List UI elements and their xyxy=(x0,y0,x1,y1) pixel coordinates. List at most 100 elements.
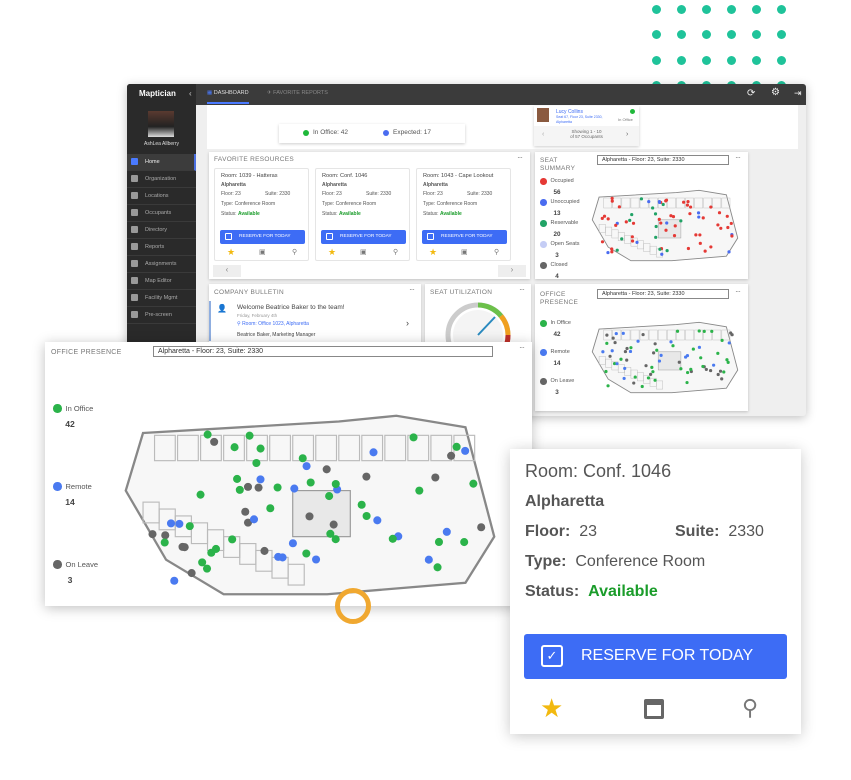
seat-marker[interactable] xyxy=(717,211,722,215)
seat-marker[interactable] xyxy=(720,377,724,381)
sidebar-item[interactable]: Map Editor xyxy=(127,273,196,290)
seat-marker[interactable] xyxy=(661,202,665,207)
seat-marker[interactable] xyxy=(679,367,683,371)
seat-marker[interactable] xyxy=(233,474,242,483)
seat-marker[interactable] xyxy=(709,205,713,209)
seat-marker[interactable] xyxy=(702,329,706,333)
seat-marker[interactable] xyxy=(431,473,440,482)
more-icon[interactable]: ··· xyxy=(735,287,741,296)
seat-marker[interactable] xyxy=(415,486,424,495)
seat-marker[interactable] xyxy=(447,451,456,460)
seat-marker[interactable] xyxy=(655,348,659,352)
more-icon[interactable]: ··· xyxy=(517,153,523,162)
seat-marker[interactable] xyxy=(298,454,307,463)
seat-marker[interactable] xyxy=(605,333,609,337)
seat-marker[interactable] xyxy=(659,221,663,225)
seat-marker[interactable] xyxy=(306,478,315,487)
seat-marker[interactable] xyxy=(469,479,478,488)
search-icon[interactable]: ⚲ xyxy=(742,695,758,721)
seat-marker[interactable] xyxy=(460,538,469,547)
seat-marker[interactable] xyxy=(646,376,651,380)
seat-marker[interactable] xyxy=(625,346,629,351)
sidebar-item[interactable]: Reports xyxy=(127,239,196,256)
seat-marker[interactable] xyxy=(686,246,690,251)
seat-marker[interactable] xyxy=(312,555,321,564)
seat-marker[interactable] xyxy=(710,329,714,333)
seat-marker[interactable] xyxy=(409,433,418,442)
seat-marker[interactable] xyxy=(689,205,693,209)
seat-marker[interactable] xyxy=(647,200,651,204)
seat-marker[interactable] xyxy=(644,364,648,368)
seat-marker[interactable] xyxy=(614,331,618,336)
seat-marker[interactable] xyxy=(434,537,444,546)
seat-marker[interactable] xyxy=(631,221,636,225)
seat-marker[interactable] xyxy=(701,364,705,369)
seat-marker[interactable] xyxy=(673,224,677,228)
seat-marker[interactable] xyxy=(243,482,253,491)
seat-marker[interactable] xyxy=(704,367,708,372)
logout-icon[interactable]: ⇥ xyxy=(794,88,802,99)
location-select[interactable]: Alpharetta - Floor: 23, Suite: 2330 xyxy=(153,346,493,357)
seat-marker[interactable] xyxy=(178,542,187,551)
search-icon[interactable]: ⚲ xyxy=(393,248,398,256)
refresh-icon[interactable]: ⟳ xyxy=(747,88,755,99)
seat-marker[interactable] xyxy=(629,346,633,350)
seat-marker[interactable] xyxy=(610,196,614,200)
sidebar-item[interactable]: Home xyxy=(127,154,196,171)
seat-marker[interactable] xyxy=(635,240,639,244)
location-select[interactable]: Alpharetta - Floor: 23, Suite: 2330 xyxy=(597,155,729,165)
seat-marker[interactable] xyxy=(641,332,645,337)
seat-marker[interactable] xyxy=(148,530,157,539)
seat-marker[interactable] xyxy=(726,225,730,230)
seat-marker[interactable] xyxy=(600,216,604,220)
seat-marker[interactable] xyxy=(274,552,283,561)
seat-marker[interactable] xyxy=(245,431,254,440)
seat-marker[interactable] xyxy=(331,535,340,544)
seat-marker[interactable] xyxy=(614,223,618,227)
seat-marker[interactable] xyxy=(697,215,701,219)
seat-marker[interactable] xyxy=(442,527,451,536)
seat-marker[interactable] xyxy=(664,199,668,203)
next-page-icon[interactable]: › xyxy=(626,131,628,138)
seat-marker[interactable] xyxy=(716,372,720,377)
seat-marker[interactable] xyxy=(625,358,629,362)
seat-marker[interactable] xyxy=(694,233,698,237)
reserve-button[interactable]: RESERVE FOR TODAY xyxy=(220,230,305,244)
seat-marker[interactable] xyxy=(664,228,668,232)
more-icon[interactable]: ··· xyxy=(519,285,525,294)
seat-marker[interactable] xyxy=(654,224,658,229)
seat-marker[interactable] xyxy=(716,351,720,355)
seat-marker[interactable] xyxy=(630,212,634,217)
seat-marker[interactable] xyxy=(615,248,619,252)
seat-marker[interactable] xyxy=(623,349,628,354)
seat-marker[interactable] xyxy=(633,375,637,379)
search-icon[interactable]: ⚲ xyxy=(292,248,297,256)
seat-marker[interactable] xyxy=(650,365,654,369)
more-icon[interactable]: ··· xyxy=(519,343,525,352)
gear-icon[interactable]: ⚙ xyxy=(771,87,780,98)
sidebar-item[interactable]: Organization xyxy=(127,171,196,188)
seat-marker[interactable] xyxy=(691,347,695,351)
calendar-icon[interactable]: ▣ xyxy=(259,248,266,256)
seat-marker[interactable] xyxy=(362,472,371,481)
seat-marker[interactable] xyxy=(727,341,731,345)
sidebar-item[interactable]: Occupants xyxy=(127,205,196,222)
seat-marker[interactable] xyxy=(636,339,640,343)
seat-marker[interactable] xyxy=(653,212,658,216)
seat-marker[interactable] xyxy=(302,462,311,471)
reserve-button[interactable]: ✓ RESERVE FOR TODAY xyxy=(524,634,787,679)
seat-marker[interactable] xyxy=(621,331,625,335)
seat-marker[interactable] xyxy=(679,219,683,223)
sidebar-item[interactable]: Facility Mgmt xyxy=(127,290,196,307)
seat-marker[interactable] xyxy=(170,576,179,585)
presence-floor-plan-small[interactable] xyxy=(590,320,740,395)
seat-marker[interactable] xyxy=(604,369,608,374)
seat-marker[interactable] xyxy=(657,359,662,363)
seat-marker[interactable] xyxy=(260,546,269,555)
seat-marker[interactable] xyxy=(727,250,731,254)
seat-marker[interactable] xyxy=(461,446,470,455)
seat-marker[interactable] xyxy=(651,370,655,374)
sidebar-item[interactable]: Locations xyxy=(127,188,196,205)
calendar-icon[interactable]: ▣ xyxy=(461,248,468,256)
seat-marker[interactable] xyxy=(605,341,609,345)
